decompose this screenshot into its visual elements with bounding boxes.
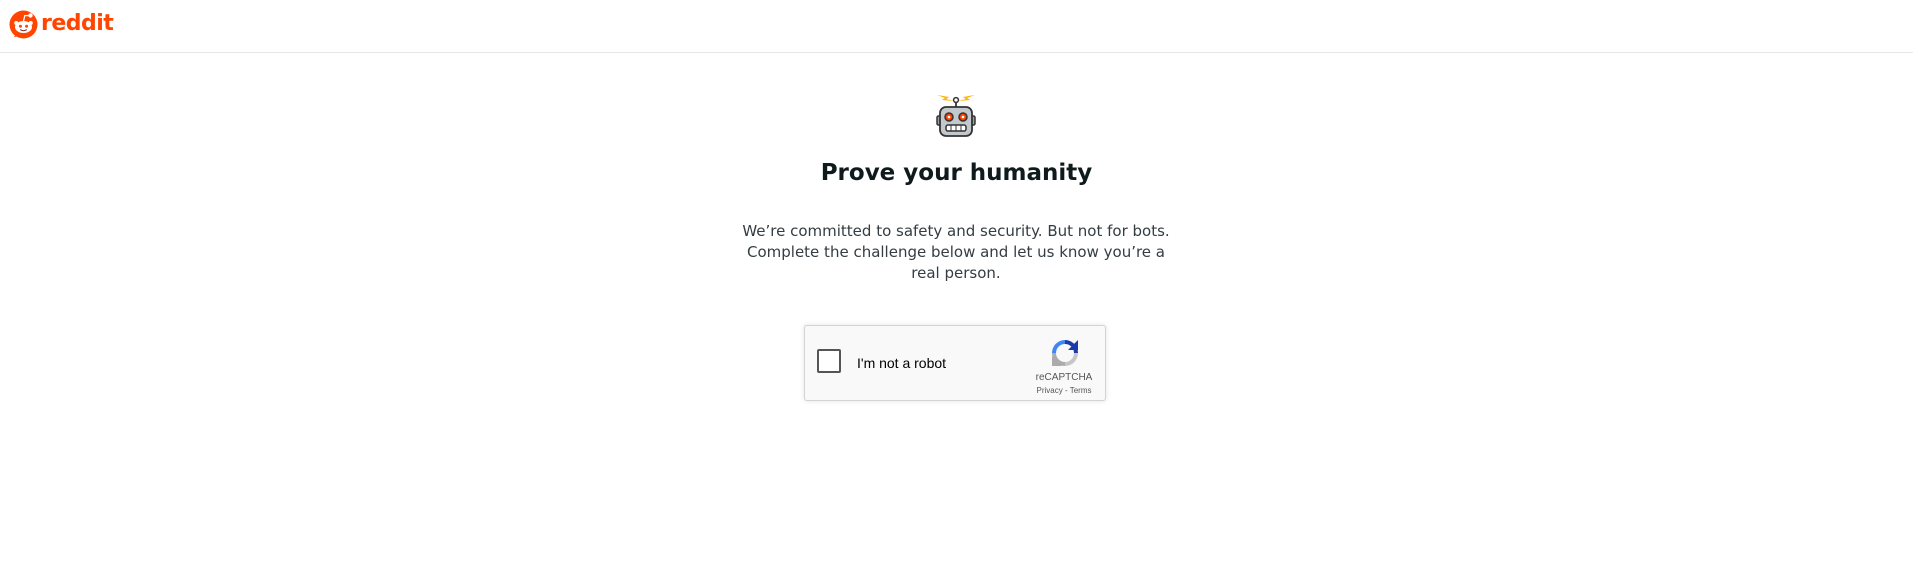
page-title: Prove your humanity	[820, 160, 1093, 186]
recaptcha-logo-icon	[1052, 340, 1078, 366]
reddit-logo-link[interactable]: reddit	[9, 10, 114, 39]
not-a-robot-label[interactable]: I'm not a robot	[857, 355, 946, 371]
recaptcha-widget: I'm not a robot reCAPTCHA Privacy - Term…	[804, 325, 1106, 401]
recaptcha-links: Privacy - Terms	[1023, 386, 1105, 395]
reddit-wordmark: reddit	[41, 11, 114, 36]
not-a-robot-checkbox[interactable]	[817, 349, 841, 373]
privacy-link[interactable]: Privacy	[1037, 386, 1063, 395]
top-bar: reddit	[0, 0, 1913, 53]
links-separator: -	[1062, 386, 1070, 395]
recaptcha-brand: reCAPTCHA	[1035, 372, 1093, 383]
robot-icon	[936, 95, 976, 137]
reddit-snoo-icon	[9, 10, 38, 39]
page-description: We’re committed to safety and security. …	[742, 222, 1170, 282]
terms-link[interactable]: Terms	[1070, 386, 1092, 395]
